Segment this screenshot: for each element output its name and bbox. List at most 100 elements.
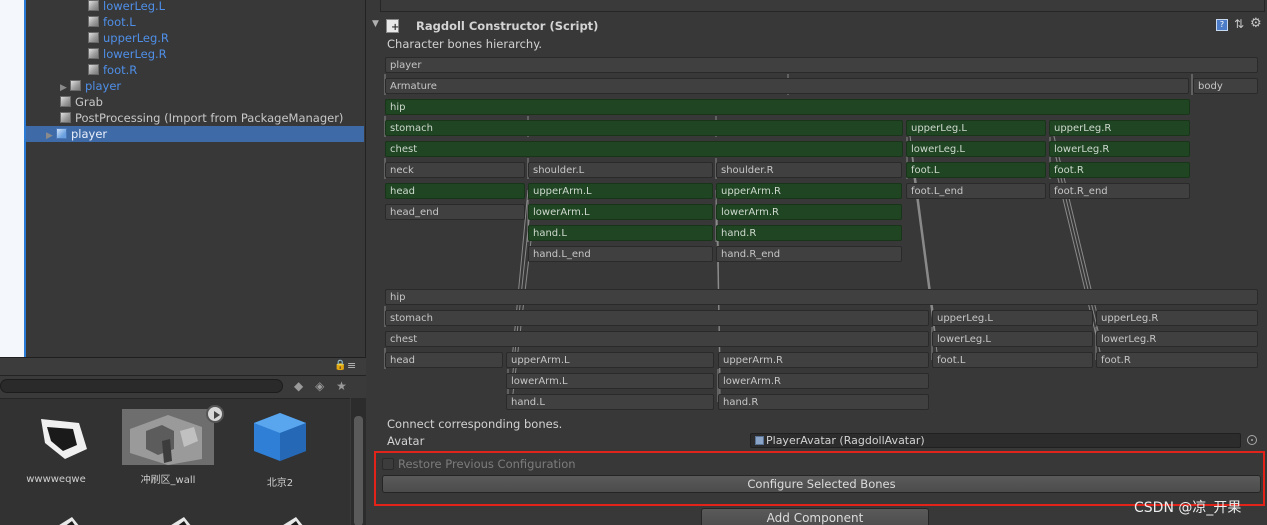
bone-field-body[interactable]: body: [1193, 78, 1258, 94]
add-component-button[interactable]: Add Component: [701, 508, 929, 525]
map-field-upperarm-r[interactable]: upperArm.R: [718, 352, 929, 368]
avatar-object-field[interactable]: PlayerAvatar (RagdollAvatar): [750, 433, 1241, 448]
hierarchy-item-foot-l[interactable]: foot.L: [88, 14, 136, 30]
gameobject-cube-icon: [88, 48, 99, 59]
hierarchy-item-postprocessing[interactable]: PostProcessing (Import from PackageManag…: [60, 110, 343, 126]
bone-field-armature[interactable]: Armature: [385, 78, 1189, 94]
map-field-foot-r[interactable]: foot.R: [1096, 352, 1258, 368]
gameobject-cube-icon: [88, 32, 99, 43]
map-field-head[interactable]: head: [385, 352, 503, 368]
bone-field-hand-r[interactable]: hand.R: [716, 225, 902, 241]
script-icon: [386, 19, 399, 33]
map-field-lowerarm-r[interactable]: lowerArm.R: [718, 373, 929, 389]
wall-model-thumbnail: [122, 405, 224, 465]
asset-label: 冲刷区_wall: [140, 475, 196, 486]
asset-label: wwwweqwe: [26, 474, 86, 485]
filter-by-label-icon[interactable]: ◈: [315, 379, 324, 393]
bone-field-upperleg-r[interactable]: upperLeg.R: [1049, 120, 1190, 136]
bone-field-lowerarm-r[interactable]: lowerArm.R: [716, 204, 902, 220]
map-field-chest[interactable]: chest: [385, 331, 929, 347]
fold-arrow-icon[interactable]: ▶: [46, 128, 56, 144]
bone-field-hip[interactable]: hip: [385, 99, 1190, 115]
bone-field-neck[interactable]: neck: [385, 162, 525, 178]
favorite-star-icon[interactable]: ★: [336, 379, 347, 393]
preset-sliders-icon[interactable]: ⇅: [1234, 17, 1244, 31]
gameobject-cube-icon: [70, 80, 81, 91]
avatar-label: Avatar: [387, 434, 425, 448]
unity-scene-icon: [41, 419, 87, 459]
bone-field-foot-r-end[interactable]: foot.R_end: [1049, 183, 1190, 199]
project-toolbar: ◆ ◈ ★: [294, 378, 355, 394]
scene-view-strip[interactable]: [0, 0, 25, 357]
bone-field-hand-r-end[interactable]: hand.R_end: [716, 246, 902, 262]
asset-label: 北京2: [266, 478, 294, 489]
bone-field-upperarm-l[interactable]: upperArm.L: [528, 183, 713, 199]
hierarchy-item-player-child[interactable]: ▶ player: [60, 78, 121, 94]
asset-item[interactable]: wwwweqwe: [8, 413, 104, 485]
previous-component-box: [380, 0, 1265, 12]
component-title: Ragdoll Constructor (Script): [416, 19, 599, 33]
map-field-lowerarm-l[interactable]: lowerArm.L: [506, 373, 714, 389]
bone-field-player[interactable]: player: [385, 57, 1258, 73]
hierarchy-item-foot-r[interactable]: foot.R: [88, 62, 137, 78]
map-field-hand-r[interactable]: hand.R: [718, 394, 929, 410]
bone-field-upperarm-r[interactable]: upperArm.R: [716, 183, 902, 199]
scrollbar-thumb[interactable]: [354, 416, 363, 525]
unity-scene-icon: [59, 517, 79, 525]
project-panel-header: 🔒 ≡: [0, 358, 366, 376]
restore-configuration-checkbox[interactable]: [382, 458, 394, 470]
gameobject-cube-icon: [88, 16, 99, 27]
menu-icon[interactable]: ≡: [347, 359, 356, 372]
bone-field-foot-l[interactable]: foot.L: [906, 162, 1046, 178]
hierarchy-subtitle: Character bones hierarchy.: [387, 37, 543, 51]
hierarchy-item-lowerleg-r[interactable]: lowerLeg.R: [88, 46, 167, 62]
map-field-lowerleg-r[interactable]: lowerLeg.R: [1096, 331, 1258, 347]
bone-field-lowerleg-l[interactable]: lowerLeg.L: [906, 141, 1046, 157]
help-icon[interactable]: ?: [1216, 19, 1228, 31]
bone-field-head[interactable]: head: [385, 183, 525, 199]
map-field-upperarm-l[interactable]: upperArm.L: [506, 352, 714, 368]
lock-icon[interactable]: 🔒: [334, 360, 346, 371]
bone-field-shoulder-l[interactable]: shoulder.L: [528, 162, 713, 178]
bone-field-lowerleg-r[interactable]: lowerLeg.R: [1049, 141, 1190, 157]
hierarchy-item-grab[interactable]: Grab: [60, 94, 103, 110]
hierarchy-item-upperleg-r[interactable]: upperLeg.R: [88, 30, 169, 46]
hierarchy-item-lowerleg-l[interactable]: lowerLeg.L: [88, 0, 165, 14]
project-search-input[interactable]: [0, 379, 283, 393]
bone-field-hand-l-end[interactable]: hand.L_end: [528, 246, 713, 262]
prefab-cube-icon: [56, 128, 67, 139]
bone-field-foot-l-end[interactable]: foot.L_end: [906, 183, 1046, 199]
project-panel: 🔒 ≡ ◆ ◈ ★ wwwweqwe 冲刷区_wall 北京2: [0, 357, 366, 525]
map-field-foot-l[interactable]: foot.L: [932, 352, 1093, 368]
bone-field-lowerarm-l[interactable]: lowerArm.L: [528, 204, 713, 220]
bone-field-foot-r[interactable]: foot.R: [1049, 162, 1190, 178]
bone-field-shoulder-r[interactable]: shoulder.R: [716, 162, 902, 178]
bone-field-upperleg-l[interactable]: upperLeg.L: [906, 120, 1046, 136]
map-field-upperleg-l[interactable]: upperLeg.L: [932, 310, 1093, 326]
filter-by-type-icon[interactable]: ◆: [294, 379, 303, 393]
map-field-hip[interactable]: hip: [385, 289, 1258, 305]
play-preview-icon[interactable]: [206, 405, 224, 423]
blue-cube-model-icon: [254, 413, 306, 461]
hierarchy-item-player-selected[interactable]: ▶ player: [46, 126, 107, 142]
fold-arrow-icon[interactable]: ▼: [372, 19, 379, 29]
map-field-upperleg-r[interactable]: upperLeg.R: [1096, 310, 1258, 326]
object-picker-icon[interactable]: [1247, 435, 1257, 445]
map-field-stomach[interactable]: stomach: [385, 310, 929, 326]
project-scrollbar[interactable]: [351, 398, 366, 525]
gear-icon[interactable]: ⚙: [1250, 16, 1262, 31]
asset-item[interactable]: 冲刷区_wall: [120, 405, 224, 486]
gameobject-cube-icon: [88, 0, 99, 11]
asset-item[interactable]: 北京2: [232, 409, 328, 489]
map-field-lowerleg-l[interactable]: lowerLeg.L: [932, 331, 1093, 347]
configure-selected-bones-button[interactable]: Configure Selected Bones: [382, 475, 1261, 493]
bone-field-head-end[interactable]: head_end: [385, 204, 525, 220]
project-asset-grid: wwwweqwe 冲刷区_wall 北京2: [0, 398, 350, 525]
bone-field-stomach[interactable]: stomach: [385, 120, 903, 136]
bone-field-chest[interactable]: chest: [385, 141, 903, 157]
bone-field-hand-l[interactable]: hand.L: [528, 225, 713, 241]
map-field-hand-l[interactable]: hand.L: [506, 394, 714, 410]
restore-configuration-label: Restore Previous Configuration: [398, 457, 576, 471]
component-header[interactable]: ▼ Ragdoll Constructor (Script) ? ⇅ ⚙: [366, 16, 1267, 38]
hierarchy-panel: lowerLeg.L foot.L upperLeg.R lowerLeg.R …: [26, 0, 366, 357]
